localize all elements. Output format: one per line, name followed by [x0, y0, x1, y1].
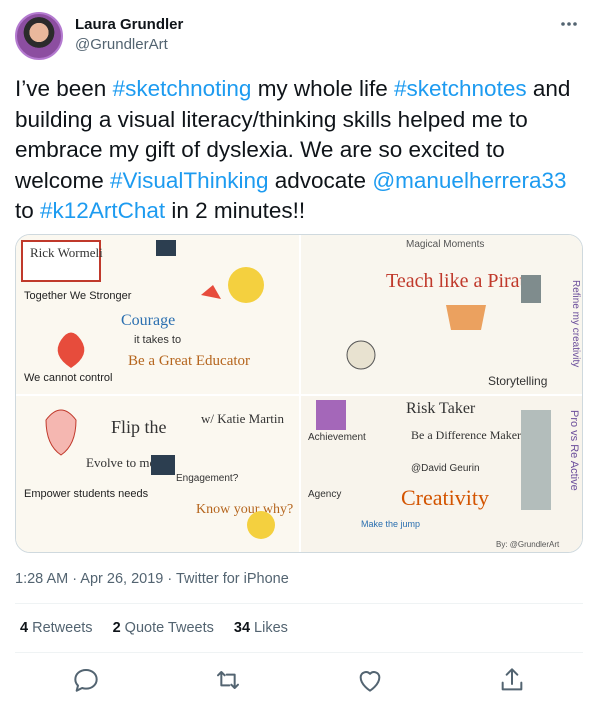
reply-icon[interactable] — [70, 664, 102, 696]
panel4-label-achievement: Achievement — [308, 432, 366, 443]
likes-count: 34 — [233, 620, 251, 636]
panel4-label-risk: Risk Taker — [406, 400, 476, 417]
panel2-label-magical: Magical Moments — [406, 239, 484, 250]
author-names: Laura Grundler @GrundlerArt — [75, 15, 183, 55]
retweets-label: Retweets — [28, 620, 93, 636]
meta-separator: · — [163, 571, 176, 587]
tweet-media-image[interactable]: Rick Wormeli Together We Stronger Courag… — [15, 234, 583, 553]
heart-icon[interactable] — [354, 664, 386, 696]
tweet-text-segment: my whole life — [251, 76, 394, 101]
panel4-label-agency: Agency — [308, 489, 341, 500]
panel4-label-proactive: Pro vs Re Active — [568, 410, 580, 491]
divider — [15, 652, 583, 653]
likes-label: Likes — [250, 620, 288, 636]
tweet-stats: 4 Retweets 2 Quote Tweets 34 Likes — [20, 620, 288, 636]
panel1-label-courage: Courage — [121, 312, 175, 329]
tweet-actions — [0, 664, 598, 696]
panel1-title: Rick Wormeli — [30, 245, 103, 260]
share-icon[interactable] — [496, 664, 528, 696]
panel1-label-together: Together We Stronger — [24, 290, 132, 302]
panel2-label-refine: Refine my creativity — [570, 280, 581, 367]
tweet-text-segment: to — [15, 198, 41, 223]
panel2-label-storytelling: Storytelling — [488, 374, 547, 388]
panel3-label-katie: w/ Katie Martin — [201, 411, 285, 426]
tweet-date[interactable]: Apr 26, 2019 — [80, 571, 163, 587]
tweet-text-segment: advocate — [268, 167, 373, 193]
retweets-count: 4 — [20, 620, 29, 636]
tweet-text: I’ve been #sketchnoting my whole life #s… — [15, 74, 585, 227]
panel1-label-control: We cannot control — [24, 372, 112, 384]
panel3-label-engagement: Engagement? — [176, 473, 239, 484]
panel3-label-flip: Flip the — [111, 417, 167, 437]
likes-stat[interactable]: 34 Likes — [234, 620, 288, 636]
media-signature: By: @GrundlerArt — [496, 540, 560, 549]
tweet-time[interactable]: 1:28 AM — [15, 571, 68, 587]
divider — [15, 603, 583, 604]
meta-separator: · — [68, 571, 81, 587]
avatar[interactable] — [15, 12, 63, 60]
tweet-text-segment: I’ve been — [15, 76, 113, 101]
more-horizontal-icon[interactable] — [559, 14, 579, 39]
panel3-label-empower: Empower students needs — [24, 488, 149, 500]
tweet-meta: 1:28 AM · Apr 26, 2019 · Twitter for iPh… — [15, 571, 289, 587]
quote-tweets-count: 2 — [112, 620, 121, 636]
retweet-icon[interactable] — [212, 664, 244, 696]
panel4-label-creativity: Creativity — [401, 485, 489, 510]
tweet-text-segment: in 2 minutes!! — [165, 198, 306, 223]
tweet-link[interactable]: #sketchnoting — [113, 76, 252, 101]
panel1-label-educator: Be a Great Educator — [128, 353, 250, 369]
author-handle[interactable]: @GrundlerArt — [75, 35, 183, 55]
panel1-label-takes: it takes to — [134, 334, 181, 346]
tweet-link[interactable]: @manuelherrera33 — [372, 168, 566, 193]
tweet-header: Laura Grundler @GrundlerArt — [15, 12, 583, 60]
quote-tweets-label: Quote Tweets — [120, 620, 214, 636]
tweet-link[interactable]: #sketchnotes — [394, 76, 527, 101]
tweet-link[interactable]: #k12ArtChat — [40, 198, 165, 223]
author-display-name[interactable]: Laura Grundler — [75, 15, 183, 35]
tweet-source[interactable]: Twitter for iPhone — [176, 571, 289, 587]
panel4-label-jump: Make the jump — [361, 519, 420, 529]
panel2-label-teach: Teach like a Pirate — [386, 270, 534, 292]
quote-tweets-stat[interactable]: 2 Quote Tweets — [113, 620, 214, 636]
panel4-label-difference: Be a Difference Maker — [411, 428, 521, 442]
panel4-label-geurin: @David Geurin — [411, 463, 480, 474]
panel3-label-know: Know your why? — [196, 502, 293, 517]
retweets-stat[interactable]: 4 Retweets — [20, 620, 93, 636]
tweet-link[interactable]: #VisualThinking — [110, 168, 268, 193]
